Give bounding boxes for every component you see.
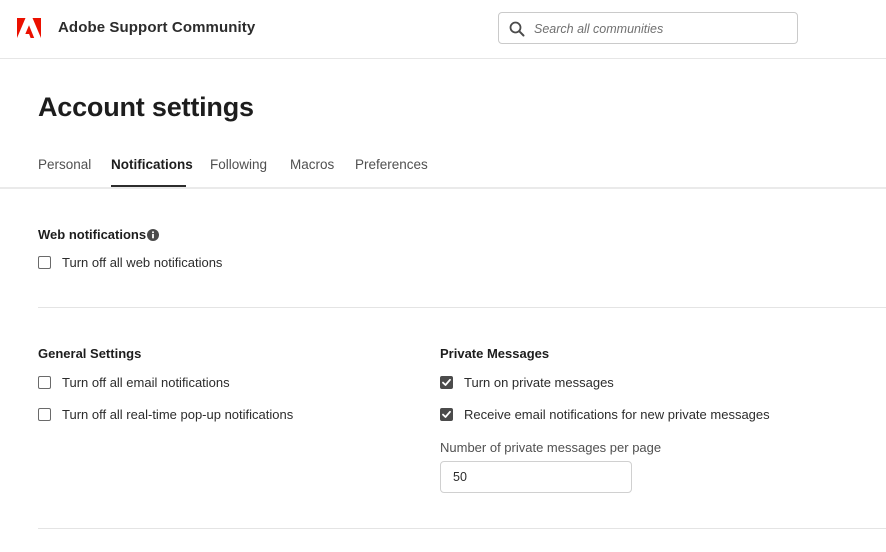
checkmark-icon: [442, 378, 451, 386]
messages-per-page-input[interactable]: [440, 461, 632, 493]
search-icon: [509, 21, 525, 37]
info-icon[interactable]: [147, 229, 159, 241]
turn-off-web-notifications-option[interactable]: Turn off all web notifications: [38, 255, 258, 273]
checkbox-label: Turn off all web notifications: [62, 255, 223, 270]
email-new-private-messages-checkbox[interactable]: [440, 408, 453, 421]
site-brand[interactable]: Adobe Support Community: [58, 19, 255, 36]
private-messages-heading: Private Messages: [440, 346, 550, 361]
tab-macros[interactable]: Macros: [290, 157, 334, 172]
turn-off-popup-notifications-option[interactable]: Turn off all real-time pop-up notificati…: [38, 407, 338, 425]
checkbox-label: Receive email notifications for new priv…: [464, 407, 770, 422]
turn-off-web-notifications-checkbox[interactable]: [38, 256, 51, 269]
checkmark-icon: [442, 410, 451, 418]
tab-personal[interactable]: Personal: [38, 157, 91, 172]
messages-per-page-label: Number of private messages per page: [440, 440, 662, 455]
search-box[interactable]: [498, 12, 798, 44]
email-new-private-messages-option[interactable]: Receive email notifications for new priv…: [440, 407, 780, 425]
turn-off-email-notifications-checkbox[interactable]: [38, 376, 51, 389]
checkbox-label: Turn off all real-time pop-up notificati…: [62, 407, 294, 422]
active-tab-indicator: [111, 185, 186, 187]
page-title: Account settings: [38, 92, 254, 122]
top-bar: Adobe Support Community: [0, 0, 886, 59]
tab-notifications[interactable]: Notifications: [111, 157, 193, 172]
turn-on-private-messages-checkbox[interactable]: [440, 376, 453, 389]
turn-off-email-notifications-option[interactable]: Turn off all email notifications: [38, 375, 268, 393]
checkbox-label: Turn off all email notifications: [62, 375, 230, 390]
adobe-logo-icon[interactable]: [17, 18, 41, 38]
general-settings-heading: General Settings: [38, 346, 142, 361]
search-input[interactable]: [534, 19, 789, 39]
checkbox-label: Turn on private messages: [464, 375, 614, 390]
turn-off-popup-notifications-checkbox[interactable]: [38, 408, 51, 421]
tab-preferences[interactable]: Preferences: [355, 157, 428, 172]
turn-on-private-messages-option[interactable]: Turn on private messages: [440, 375, 640, 393]
section-divider: [38, 307, 886, 308]
web-notifications-heading: Web notifications: [38, 227, 147, 242]
tab-following[interactable]: Following: [210, 157, 267, 172]
section-divider: [38, 528, 886, 529]
settings-tabs: Personal Notifications Following Macros …: [0, 150, 886, 189]
